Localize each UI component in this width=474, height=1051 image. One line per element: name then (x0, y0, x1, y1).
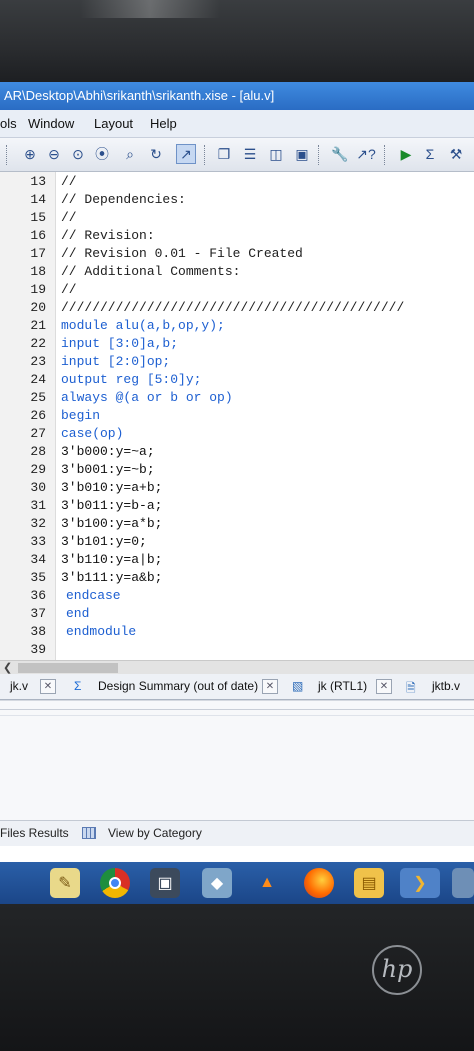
run-icon[interactable]: ▶ (396, 144, 416, 164)
code-line: 26 begin (30, 408, 101, 423)
code-editor[interactable]: 13// 14// Dependencies: 15// 16// Revisi… (0, 172, 474, 660)
panel-divider (0, 709, 474, 710)
firefox-icon[interactable] (304, 868, 334, 898)
tab-files-results[interactable]: Files Results (0, 826, 69, 840)
code-line: 23 input [2:0]op; (30, 354, 171, 369)
split-view-icon[interactable]: ▣ (292, 144, 312, 164)
code-line: 33 3'b101:y=0; (30, 534, 147, 549)
code-line: 29 3'b001:y=~b; (30, 462, 155, 477)
toolbar-separator (318, 145, 320, 165)
code-line: 16// Revision: (30, 228, 155, 243)
pointer-icon[interactable]: ↗ (176, 144, 196, 164)
code-line: 35 3'b111:y=a&b; (30, 570, 163, 585)
tab-view-by-category[interactable]: View by Category (108, 826, 202, 840)
menu-tools[interactable]: ols (0, 116, 17, 131)
console-panel (0, 700, 474, 820)
menu-help[interactable]: Help (150, 116, 177, 131)
file-explorer-icon[interactable]: ▤ (354, 868, 384, 898)
zoom-in-icon[interactable]: ⊕ (20, 144, 40, 164)
code-line: 13// (30, 174, 77, 189)
code-line: 38 endmodule (30, 624, 137, 639)
screen-glare (80, 0, 220, 18)
code-line: 19// (30, 282, 77, 297)
code-line: 28 3'b000:y=~a; (30, 444, 155, 459)
zoom-area-icon[interactable]: ⦿ (92, 144, 112, 164)
code-line: 17// Revision 0.01 - File Created (30, 246, 303, 261)
code-line: 39 (30, 642, 46, 657)
code-line: 22 input [3:0]a,b; (30, 336, 179, 351)
document-tabs: jk.v ✕ Σ Design Summary (out of date) ✕ … (0, 674, 474, 700)
laptop-bezel-top (0, 0, 474, 82)
code-line: 18// Additional Comments: (30, 264, 241, 279)
sigma-icon: Σ (74, 679, 82, 693)
app-icon[interactable] (452, 868, 474, 898)
code-line: 21 module alu(a,b,op,y); (30, 318, 225, 333)
close-icon[interactable]: ✕ (40, 679, 56, 694)
code-line: 14// Dependencies: (30, 192, 186, 207)
horizontal-scrollbar[interactable]: ❮ (0, 660, 474, 674)
implement-icon[interactable]: ⚒ (446, 144, 466, 164)
close-icon[interactable]: ✕ (262, 679, 278, 694)
toolbar: ⊕ ⊖ ⊙ ⦿ ⌕ ↻ ↗ ❐ ☰ ◫ ▣ 🔧 ↗? ▶ Σ ⚒ (0, 138, 474, 172)
xilinx-icon[interactable]: ❯ (400, 868, 440, 898)
toolbar-separator (384, 145, 386, 165)
sigma-icon[interactable]: Σ (420, 144, 440, 164)
photo-viewer-icon[interactable]: ▣ (150, 868, 180, 898)
code-line: 34 3'b110:y=a|b; (30, 552, 163, 567)
tab-jktb-v[interactable]: jktb.v (432, 679, 460, 693)
code-line: 37 end (30, 606, 90, 621)
scroll-left-icon[interactable]: ❮ (3, 661, 12, 674)
code-line: 36 endcase (30, 588, 121, 603)
chrome-icon[interactable] (100, 868, 130, 898)
menu-window[interactable]: Window (28, 116, 74, 131)
zoom-out-icon[interactable]: ⊖ (44, 144, 64, 164)
screen: AR\Desktop\Abhi\srikanth\srikanth.xise -… (0, 82, 474, 904)
schematic-icon: ▧ (292, 679, 304, 693)
toolbar-separator (6, 145, 8, 165)
wrench-icon[interactable]: 🔧 (330, 144, 350, 164)
menu-layout[interactable]: Layout (94, 116, 133, 131)
code-line: 27 case(op) (30, 426, 124, 441)
table-icon (82, 827, 96, 839)
tab-jk-v[interactable]: jk.v (10, 679, 28, 693)
tab-design-summary[interactable]: Design Summary (out of date) (98, 679, 258, 693)
refresh-icon[interactable]: ↻ (146, 144, 166, 164)
code-line: 24 output reg [5:0]y; (30, 372, 202, 387)
taskbar: ✎ ▣ ◆ ▲ ▤ ❯ (0, 862, 474, 904)
find-icon[interactable]: ⌕ (120, 144, 140, 164)
menu-bar: ols Window Layout Help (0, 110, 474, 138)
code-line: 32 3'b100:y=a*b; (30, 516, 163, 531)
close-icon[interactable]: ✕ (376, 679, 392, 694)
panel-divider (0, 715, 474, 716)
code-line: 15// (30, 210, 77, 225)
zoom-fit-icon[interactable]: ⊙ (68, 144, 88, 164)
notepad-icon[interactable]: ✎ (50, 868, 80, 898)
code-line: 25 always @(a or b or op) (30, 390, 233, 405)
tile-vertical-icon[interactable]: ◫ (266, 144, 286, 164)
document-icon: 🗎 (406, 681, 416, 695)
cascade-windows-icon[interactable]: ❐ (214, 144, 234, 164)
code-line: 30 3'b010:y=a+b; (30, 480, 163, 495)
tile-horizontal-icon[interactable]: ☰ (240, 144, 260, 164)
folder-app-icon[interactable]: ◆ (202, 868, 232, 898)
matlab-icon[interactable]: ▲ (252, 868, 282, 898)
toolbar-separator (204, 145, 206, 165)
scrollbar-thumb[interactable] (18, 663, 118, 673)
code-line: 31 3'b011:y=b-a; (30, 498, 163, 513)
context-help-icon[interactable]: ↗? (356, 144, 376, 164)
hp-logo: hp (372, 945, 422, 995)
tab-jk-rtl1[interactable]: jk (RTL1) (318, 679, 367, 693)
bottom-panel-tabs: Files Results View by Category (0, 820, 474, 846)
code-line: 20//////////////////////////////////////… (30, 300, 405, 315)
window-title: AR\Desktop\Abhi\srikanth\srikanth.xise -… (0, 82, 474, 110)
